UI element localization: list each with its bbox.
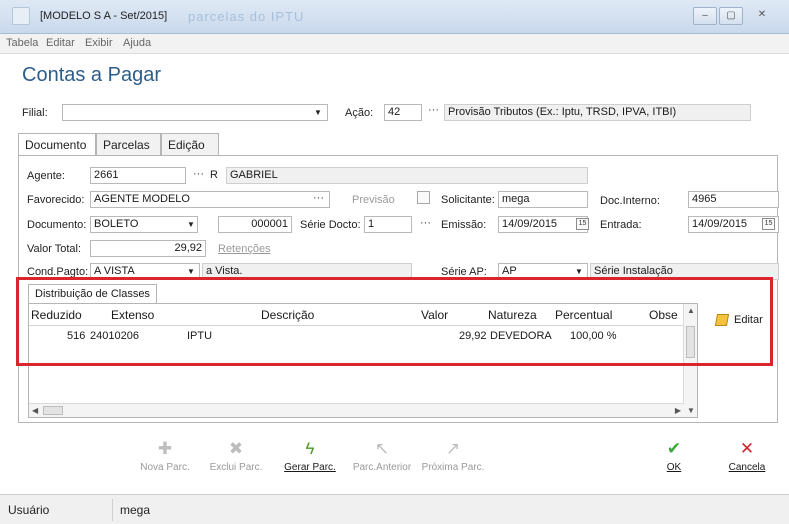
window-title-blurred: parcelas do IPTU <box>188 9 305 24</box>
cancel-x-icon: ✕ <box>739 439 755 458</box>
emissao-input[interactable]: 14/09/2015 <box>498 216 588 233</box>
menu-exibir[interactable]: Exibir <box>85 37 113 49</box>
agente-label: Agente: <box>27 170 65 182</box>
agente-name: GABRIEL <box>226 167 588 184</box>
doc-interno-input[interactable]: 4965 <box>688 191 779 208</box>
documento-dropdown-icon[interactable]: ▼ <box>187 220 195 229</box>
filial-label: Filial: <box>22 107 48 119</box>
filial-dropdown-icon[interactable]: ▼ <box>314 108 322 117</box>
nova-parc-label: Nova Parc. <box>140 462 190 473</box>
documento-number-input[interactable]: 000001 <box>218 216 292 233</box>
gerar-parc-label: Gerar Parc. <box>284 462 336 473</box>
gerar-parc-button[interactable]: ϟ Gerar Parc. <box>279 440 341 480</box>
exclui-parc-label: Exclui Parc. <box>209 462 263 473</box>
proxima-parc-button[interactable]: ↗ Próxima Parc. <box>417 440 489 480</box>
solicitante-input[interactable]: mega <box>498 191 588 208</box>
highlight-box <box>16 277 773 366</box>
status-user-label: Usuário <box>8 503 50 517</box>
acao-lookup-button[interactable]: ··· <box>428 104 439 116</box>
previsao-label: Previsão <box>352 194 395 206</box>
doc-interno-label: Doc.Interno: <box>600 195 660 207</box>
favorecido-input[interactable]: AGENTE MODELO <box>90 191 330 208</box>
valor-total-input[interactable]: 29,92 <box>90 240 206 257</box>
agente-lookup-button[interactable]: ··· <box>193 168 204 180</box>
close-button[interactable]: ✕ <box>750 7 774 25</box>
scroll-down-icon[interactable]: ▼ <box>687 406 695 415</box>
status-separator <box>112 499 113 521</box>
menu-tabela[interactable]: Tabela <box>6 37 38 49</box>
favorecido-lookup-button[interactable]: ··· <box>313 192 324 204</box>
status-bar: Usuário mega <box>0 494 789 524</box>
favorecido-label: Favorecido: <box>27 194 85 206</box>
scroll-right-icon[interactable]: ▶ <box>675 406 681 415</box>
check-icon: ✔ <box>666 439 682 458</box>
serie-docto-label: Série Docto: <box>300 219 361 231</box>
acao-code-input[interactable]: 42 <box>384 104 422 121</box>
editar-label: Editar <box>734 314 763 326</box>
acao-label: Ação: <box>345 107 374 119</box>
ok-button[interactable]: ✔ OK <box>656 440 692 480</box>
proxima-parc-label: Próxima Parc. <box>421 462 485 473</box>
emissao-calendar-icon[interactable]: 15 <box>576 218 589 230</box>
parc-anterior-button[interactable]: ↖ Parc.Anterior <box>347 440 417 480</box>
serie-docto-lookup-button[interactable]: ··· <box>420 217 431 229</box>
cond-pagto-dropdown-icon[interactable]: ▼ <box>187 267 195 276</box>
minimize-button[interactable]: – <box>693 7 717 25</box>
menu-ajuda[interactable]: Ajuda <box>123 37 151 49</box>
ok-label: OK <box>666 462 682 473</box>
agente-type: R <box>210 169 218 181</box>
lightning-icon: ϟ <box>305 439 315 458</box>
arrow-forward-icon: ↗ <box>445 439 461 458</box>
entrada-calendar-icon[interactable]: 15 <box>762 218 775 230</box>
documento-type-select[interactable]: BOLETO <box>90 216 198 233</box>
entrada-label: Entrada: <box>600 219 642 231</box>
tab-parcelas[interactable]: Parcelas <box>96 133 161 155</box>
editar-button[interactable]: Editar <box>712 310 772 332</box>
serie-docto-input[interactable]: 1 <box>364 216 412 233</box>
arrow-back-icon: ↖ <box>374 439 390 458</box>
hscroll-thumb[interactable] <box>43 406 63 415</box>
menu-bar: Tabela Editar Exibir Ajuda <box>0 34 789 54</box>
agente-code-input[interactable]: 2661 <box>90 167 186 184</box>
valor-total-label: Valor Total: <box>27 243 82 255</box>
tab-documento[interactable]: Documento <box>18 133 96 156</box>
delete-x-icon: ✖ <box>228 439 244 458</box>
exclui-parc-button[interactable]: ✖ Exclui Parc. <box>204 440 268 480</box>
status-user-value: mega <box>120 503 151 517</box>
plus-icon: ✚ <box>157 439 173 458</box>
filial-select[interactable] <box>62 104 328 121</box>
page-title: Contas a Pagar <box>22 64 161 86</box>
retencoes-link[interactable]: Retenções <box>218 243 271 255</box>
cancela-button[interactable]: ✕ Cancela <box>723 440 771 480</box>
cancela-label: Cancela <box>728 462 766 473</box>
documento-label: Documento: <box>27 219 87 231</box>
previsao-checkbox[interactable] <box>417 191 430 204</box>
menu-editar[interactable]: Editar <box>46 37 75 49</box>
solicitante-label: Solicitante: <box>441 194 495 206</box>
scroll-left-icon[interactable]: ◀ <box>32 406 38 415</box>
serie-ap-dropdown-icon[interactable]: ▼ <box>575 267 583 276</box>
maximize-button[interactable]: ▢ <box>719 7 743 25</box>
parc-anterior-label: Parc.Anterior <box>352 462 412 473</box>
window-titlebar: [MODELO S A - Set/2015] parcelas do IPTU… <box>0 0 789 34</box>
app-icon <box>12 7 30 25</box>
edit-pencil-icon <box>714 314 730 326</box>
nova-parc-button[interactable]: ✚ Nova Parc. <box>136 440 194 480</box>
tab-edicao[interactable]: Edição <box>161 133 219 155</box>
window-title: [MODELO S A - Set/2015] <box>40 10 168 22</box>
grid-horizontal-scrollbar[interactable]: ◀ ▶ <box>29 403 684 417</box>
acao-description: Provisão Tributos (Ex.: Iptu, TRSD, IPVA… <box>444 104 751 121</box>
emissao-label: Emissão: <box>441 219 487 231</box>
